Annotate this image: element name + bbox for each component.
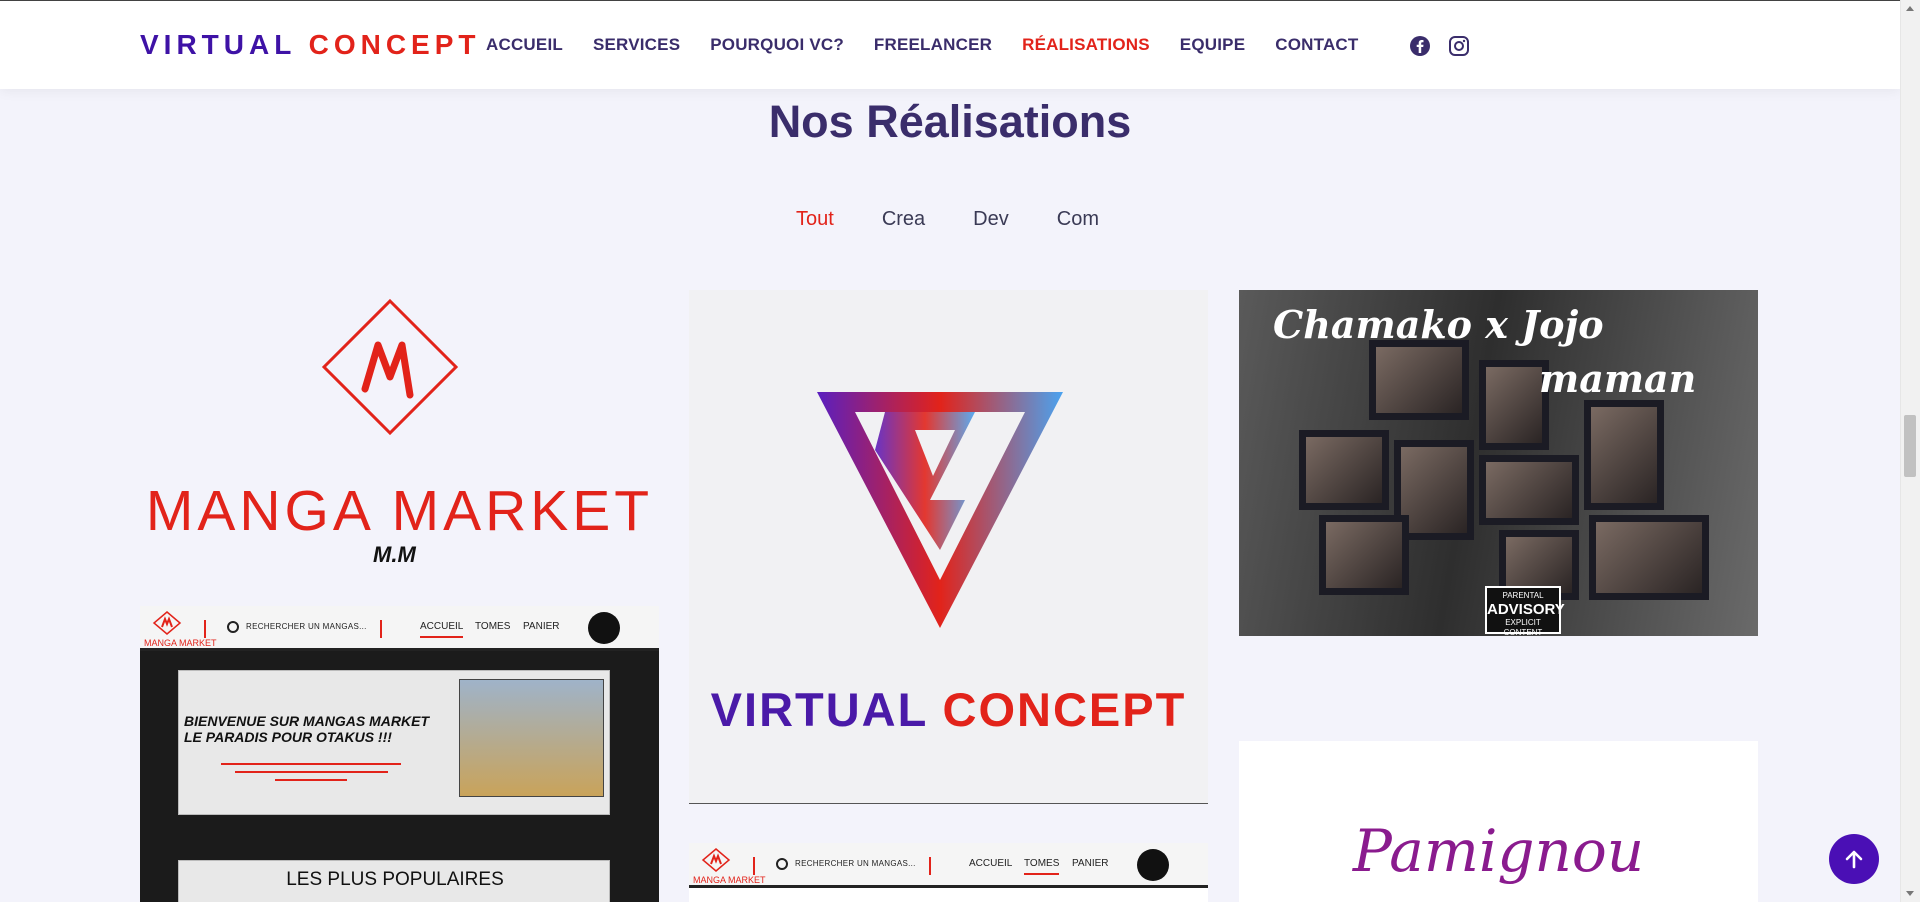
search-icon [776,858,788,870]
photo-frame [1299,430,1389,510]
portfolio-item-manga-market-logo[interactable]: MANGA MARKET M.M [140,290,659,580]
nav-services[interactable]: SERVICES [593,35,680,55]
portfolio-item-manga-site-tomes[interactable]: MANGA MARKET RECHERCHER UN MANGAS... ACC… [689,843,1208,902]
mock-separator [753,857,755,875]
luffy-image [459,679,604,797]
chamako-title: Chamako x Jojo [1273,302,1604,347]
scrollbar-thumb[interactable] [1904,415,1916,477]
mock-nav-accueil: ACCUEIL [420,621,464,638]
mock-welcome-line1: BIENVENUE SUR MANGAS MARKET [184,713,430,729]
photo-frame [1319,515,1409,595]
brand-part2: CONCEPT [308,29,481,60]
badge-top: PARENTAL [1502,591,1544,600]
page-scrollbar[interactable] [1900,0,1920,902]
mock-welcome-panel: BIENVENUE SUR MANGAS MARKET LE PARADIS P… [178,670,610,815]
photo-frame [1369,340,1469,420]
vc-triangle-icon [817,392,1063,628]
filter-crea[interactable]: Crea [882,208,925,231]
manga-mini-logo-icon [152,611,182,635]
instagram-icon[interactable] [1448,35,1470,57]
mock-nav-tomes: TOMES [1024,858,1060,875]
mock-popular-panel: LES PLUS POPULAIRES [178,860,610,902]
parental-advisory-badge: PARENTAL ADVISORY EXPLICIT CONTENT [1485,586,1565,636]
vc-logo-text: VIRTUAL CONCEPT [689,682,1208,737]
mock-logo-label: MANGA MARKET [144,638,217,648]
vc-logo-part2: CONCEPT [942,683,1187,736]
nav-equipe[interactable]: EQUIPE [1180,35,1245,55]
portfolio-item-chamako-cover[interactable]: Chamako x Jojo maman PARENTAL ADVISORY E… [1239,290,1758,636]
mock-search-placeholder: RECHERCHER UN MANGAS... [795,859,916,868]
brand-part1: VIRTUAL [140,29,296,60]
mock-logo: MANGA MARKET [144,610,217,648]
mock-nav-panier: PANIER [523,621,560,632]
site-header: VIRTUAL CONCEPT ACCUEIL SERVICES POURQUO… [0,1,1900,89]
scroll-down-arrow-icon[interactable] [1906,891,1914,896]
social-links [1409,35,1470,57]
avatar-icon [588,612,620,644]
nav-freelancer[interactable]: FREELANCER [874,35,992,55]
mock-nav-panier: PANIER [1072,858,1109,869]
mock-navbar: MANGA MARKET RECHERCHER UN MANGAS... ACC… [689,843,1208,888]
mock-separator [929,857,931,875]
main-nav: ACCUEIL SERVICES POURQUOI VC? FREELANCER… [486,35,1389,55]
portfolio-item-virtual-concept-logo[interactable]: VIRTUAL CONCEPT [689,290,1208,804]
nav-realisations[interactable]: RÉALISATIONS [1022,35,1150,55]
brand-logo[interactable]: VIRTUAL CONCEPT [140,29,481,61]
badge-bottom: EXPLICIT CONTENT [1503,618,1543,636]
filter-com[interactable]: Com [1057,208,1099,231]
filter-tout[interactable]: Tout [796,208,834,231]
mock-decoration-lines [221,763,401,787]
mock-welcome-line2: LE PARADIS POUR OTAKUS !!! [184,729,392,745]
search-icon [227,621,239,633]
vc-logo-part1: VIRTUAL [710,683,928,736]
manga-market-subtitle: M.M [373,542,416,567]
arrow-up-icon [1845,850,1863,869]
manga-diamond-icon [321,298,459,436]
manga-market-title: MANGA MARKET [145,479,654,543]
mock-popular-title: LES PLUS POPULAIRES [286,869,504,890]
manga-mini-logo-icon [701,848,731,872]
portfolio-item-manga-site-home[interactable]: MANGA MARKET RECHERCHER UN MANGAS... ACC… [140,606,659,902]
mock-separator [204,620,206,638]
mock-welcome-text: BIENVENUE SUR MANGAS MARKET LE PARADIS P… [184,713,429,745]
mock-separator [380,620,382,638]
portfolio-item-pamignou[interactable]: Pamignou [1239,741,1758,902]
badge-mid: ADVISORY [1487,601,1565,618]
mock-logo: MANGA MARKET [693,847,766,885]
photo-frame [1584,400,1664,510]
facebook-icon[interactable] [1409,35,1431,57]
filter-dev[interactable]: Dev [973,208,1009,231]
photo-frame [1589,515,1709,600]
avatar-icon [1137,849,1169,881]
photo-frame [1479,455,1579,525]
scroll-up-arrow-icon[interactable] [1906,6,1914,11]
mock-nav-accueil: ACCUEIL [969,858,1013,869]
section-title: Nos Réalisations [768,96,1132,147]
mock-navbar: MANGA MARKET RECHERCHER UN MANGAS... ACC… [140,606,659,651]
chamako-subtitle: maman [1539,356,1697,401]
nav-pourquoi[interactable]: POURQUOI VC? [710,35,844,55]
portfolio-filters: Tout Crea Dev Com [796,208,1147,231]
pamignou-title: Pamignou [1352,817,1645,885]
mock-search-placeholder: RECHERCHER UN MANGAS... [246,622,367,631]
nav-accueil[interactable]: ACCUEIL [486,35,563,55]
back-to-top-button[interactable] [1829,834,1879,884]
mock-nav-tomes: TOMES [475,621,511,632]
nav-contact[interactable]: CONTACT [1275,35,1358,55]
mock-logo-label: MANGA MARKET [693,875,766,885]
